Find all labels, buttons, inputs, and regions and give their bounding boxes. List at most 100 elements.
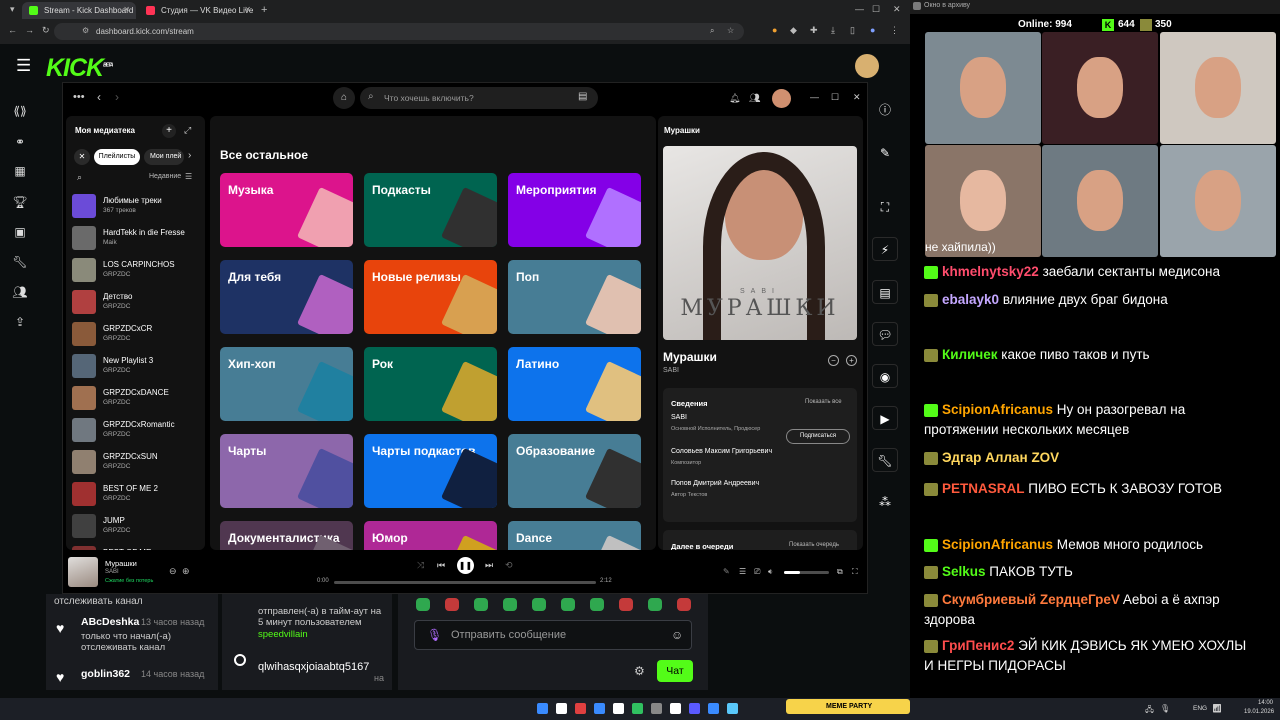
moderated-user[interactable]: qlwihasqxjoiaabtq5167 — [258, 661, 369, 673]
fullscreen-icon[interactable]: ⛶ — [852, 567, 858, 577]
nav-forward-icon[interactable]: › — [115, 90, 119, 104]
hide-track-icon[interactable]: ⊖ — [169, 566, 177, 577]
start-icon[interactable] — [537, 703, 548, 714]
community-icon[interactable]: 👥︎ — [9, 285, 31, 303]
microphone-icon[interactable]: 🎙︎ — [427, 628, 442, 642]
new-tab-icon[interactable]: + — [261, 4, 267, 16]
progress-track[interactable] — [334, 581, 596, 584]
extension-icon[interactable]: ● — [772, 25, 777, 35]
list-view-icon[interactable]: ☰ — [185, 172, 192, 181]
notes-icon[interactable]: ▤ — [872, 280, 898, 304]
flash-icon[interactable]: ⚡︎ — [872, 237, 898, 261]
emote-icon[interactable] — [648, 598, 662, 611]
player-cover[interactable] — [68, 557, 98, 587]
language-indicator[interactable]: ENG — [1193, 705, 1207, 712]
now-playing-view-icon[interactable]: ✎ — [723, 567, 730, 576]
category-card[interactable]: Чарты подкастов — [364, 434, 497, 508]
site-info-icon[interactable]: ⚙ — [82, 26, 89, 35]
close-tab-icon[interactable]: ✕ — [123, 5, 130, 14]
back-icon[interactable]: ← — [8, 25, 17, 35]
moderator-name[interactable]: speedvillain — [258, 629, 308, 640]
chrome-icon[interactable] — [575, 703, 586, 714]
broadcast-icon[interactable]: ◉ — [872, 364, 898, 388]
library-item[interactable]: Любимые треки 367 треков — [72, 191, 202, 221]
chat-icon[interactable]: 💬︎ — [872, 322, 898, 346]
credit-name[interactable]: Соловьев Максим Григорьевич — [671, 448, 791, 455]
close-window-icon[interactable]: ✕ — [893, 4, 901, 15]
minimize-icon[interactable]: — — [855, 4, 864, 14]
show-all-credits-link[interactable]: Показать все — [805, 399, 842, 405]
library-item[interactable]: New Playlist 3 GRPZDC — [72, 351, 202, 381]
kick-logo[interactable]: KICKBETA — [46, 54, 113, 83]
filter-chip-playlists[interactable]: Плейлисты — [94, 149, 140, 165]
notifications-icon[interactable]: 🔔︎ — [729, 93, 740, 104]
extensions-puzzle-icon[interactable]: ✚ — [810, 25, 818, 36]
library-item[interactable]: LOS CARPINCHOS GRPZDC — [72, 255, 202, 285]
library-item[interactable]: GRPZDCxDANCE GRPZDC — [72, 383, 202, 413]
telegram-icon[interactable] — [727, 703, 738, 714]
upload-icon[interactable]: ⇪ — [9, 315, 31, 333]
spotify-close-icon[interactable]: ✕ — [853, 92, 861, 103]
repeat-icon[interactable]: ⟲ — [505, 560, 513, 571]
wifi-icon[interactable]: 📶︎ — [1212, 704, 1222, 713]
emote-icon[interactable] — [416, 598, 430, 611]
follow-button[interactable]: Подписаться — [786, 429, 850, 444]
trophy-icon[interactable]: 🏆︎ — [9, 195, 31, 213]
filter-chip-my-playlists[interactable]: Мои плей — [144, 149, 184, 165]
edit-icon[interactable]: ✎ — [872, 141, 898, 165]
app-icon[interactable] — [708, 703, 719, 714]
category-card[interactable]: Мероприятия — [508, 173, 641, 247]
user-avatar[interactable] — [855, 54, 879, 78]
previous-icon[interactable]: ⏮︎ — [437, 560, 445, 571]
category-card[interactable]: Юмор — [364, 521, 497, 550]
category-card[interactable]: Поп — [508, 260, 641, 334]
steam-icon[interactable] — [613, 703, 624, 714]
microphone-tray-icon[interactable]: 🎙︎ — [1160, 704, 1170, 713]
library-item[interactable]: BEST OF ME — [72, 543, 202, 550]
emote-icon[interactable] — [474, 598, 488, 611]
edge-icon[interactable] — [594, 703, 605, 714]
zoom-icon[interactable]: ⌕ — [710, 26, 714, 36]
maximize-icon[interactable]: ☐ — [872, 4, 880, 15]
add-track-icon[interactable]: ⊕ — [182, 566, 190, 577]
address-bar[interactable]: ⚙ dashboard.kick.com/stream ⌕ ☆ — [54, 23, 744, 40]
friends-icon[interactable]: 👥︎ — [749, 93, 760, 104]
more-apps-icon[interactable]: ⁂ — [872, 490, 898, 514]
library-item[interactable]: GRPZDCxSUN GRPZDC — [72, 447, 202, 477]
hamburger-menu-icon[interactable]: ☰ — [16, 56, 31, 76]
player-artist[interactable]: SABI — [105, 569, 119, 575]
library-item[interactable]: BEST OF ME 2 GRPZDC — [72, 479, 202, 509]
browser-menu-icon[interactable]: ⋮ — [890, 25, 899, 36]
clock-time[interactable]: 14:00 — [1258, 700, 1273, 706]
emote-icon[interactable] — [561, 598, 575, 611]
chat-input[interactable]: 🎙︎ Отправить сообщение ☺ — [414, 620, 692, 650]
category-card[interactable]: Новые релизы — [364, 260, 497, 334]
next-icon[interactable]: ⏭︎ — [485, 560, 493, 571]
wrench-icon[interactable]: 🔧︎ — [9, 255, 31, 273]
split-view-icon[interactable]: ▯ — [850, 25, 855, 36]
search-taskbar-icon[interactable] — [556, 703, 567, 714]
mini-player-icon[interactable]: ⧉ — [837, 567, 843, 577]
capture-icon[interactable]: ⛶ — [872, 195, 898, 219]
profile-avatar-icon[interactable]: ● — [870, 25, 875, 35]
obs-icon[interactable] — [651, 703, 662, 714]
nav-back-icon[interactable]: ‹ — [97, 90, 101, 104]
library-item[interactable]: JUMP GRPZDC — [72, 511, 202, 541]
settings-wrench-icon[interactable]: 🔧︎ — [872, 448, 898, 472]
extension-icon[interactable]: ◆ — [790, 25, 797, 36]
emote-icon[interactable] — [445, 598, 459, 611]
download-icon[interactable]: ⤓ — [831, 25, 835, 36]
activity-user[interactable]: ABcDeshka — [81, 616, 139, 628]
emote-icon[interactable] — [532, 598, 546, 611]
chat-settings-icon[interactable]: ⚙ — [634, 664, 645, 678]
video-icon[interactable]: ▶ — [872, 406, 898, 430]
spotify-profile-avatar[interactable] — [772, 89, 791, 108]
stream-live-icon[interactable]: ⟪⟫ — [9, 104, 31, 122]
spotify-minimize-icon[interactable]: — — [810, 92, 819, 102]
category-card[interactable]: Музыка — [220, 173, 353, 247]
analytics-icon[interactable]: ▦ — [9, 164, 31, 182]
info-icon[interactable]: ⓘ — [872, 98, 898, 122]
home-icon[interactable]: ⌂ — [333, 87, 355, 109]
sort-label[interactable]: Недавние — [149, 173, 181, 180]
connect-device-icon[interactable]: ⎚ — [754, 567, 760, 577]
